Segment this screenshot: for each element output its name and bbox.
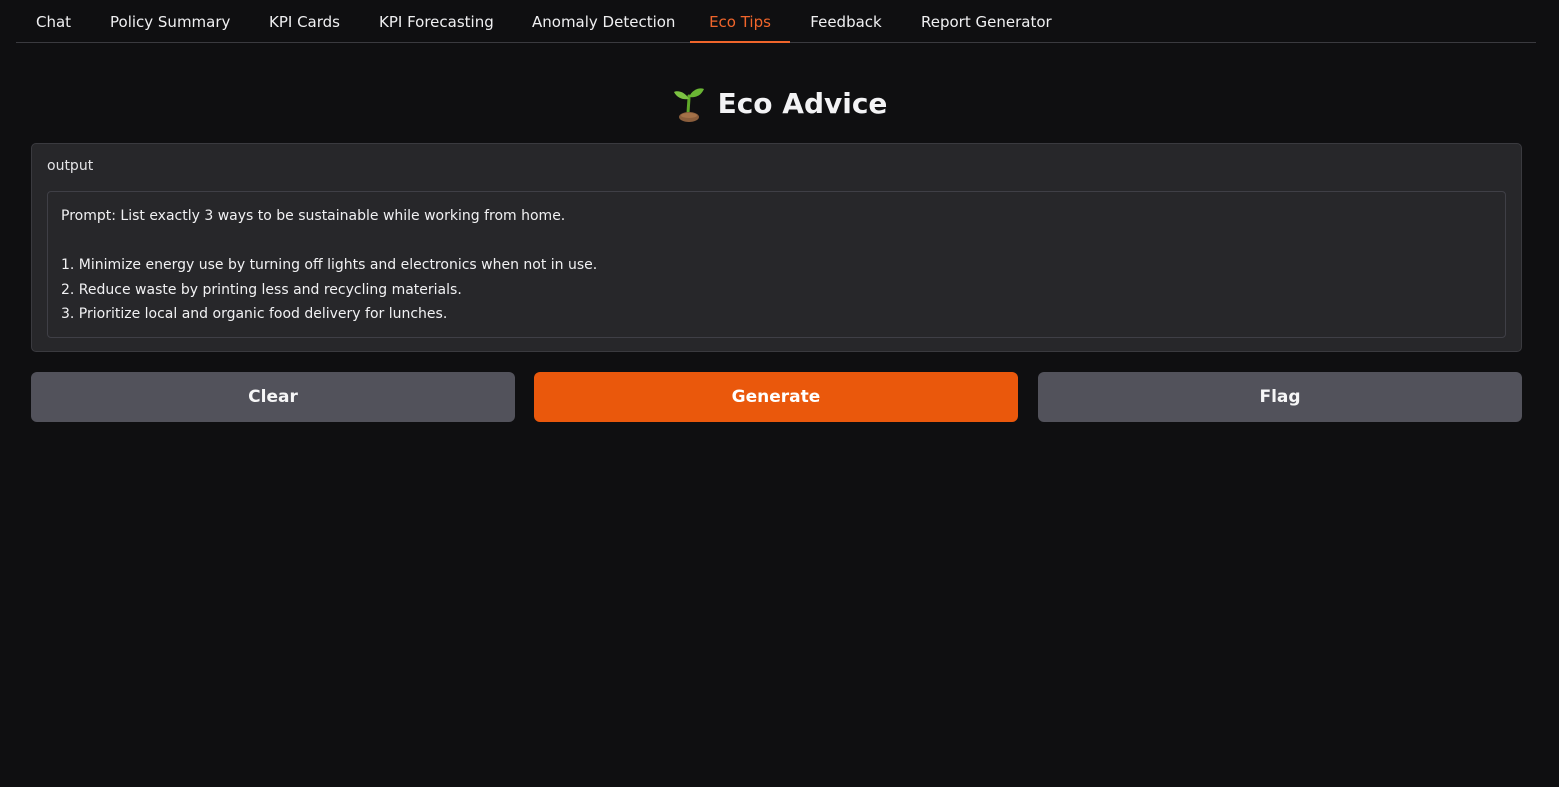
output-label: output: [47, 158, 94, 174]
tab-policy-summary[interactable]: Policy Summary: [110, 0, 230, 43]
tab-report-generator[interactable]: Report Generator: [921, 0, 1052, 43]
sprout-icon: [672, 84, 706, 122]
generate-button[interactable]: Generate: [534, 372, 1018, 422]
clear-button[interactable]: Clear: [31, 372, 515, 422]
output-panel: output Prompt: List exactly 3 ways to be…: [31, 143, 1522, 352]
tab-eco-tips[interactable]: Eco Tips: [690, 0, 790, 43]
tab-kpi-cards[interactable]: KPI Cards: [269, 0, 340, 43]
tab-kpi-forecasting[interactable]: KPI Forecasting: [379, 0, 494, 43]
flag-button[interactable]: Flag: [1038, 372, 1522, 422]
tab-chat[interactable]: Chat: [36, 0, 71, 43]
tab-feedback[interactable]: Feedback: [810, 0, 882, 43]
tab-anomaly-detection[interactable]: Anomaly Detection: [532, 0, 675, 43]
page-heading: Eco Advice: [0, 80, 1559, 126]
page-title: Eco Advice: [717, 86, 888, 120]
tab-bar: Chat Policy Summary KPI Cards KPI Foreca…: [16, 0, 1536, 43]
output-textbox[interactable]: Prompt: List exactly 3 ways to be sustai…: [47, 191, 1506, 338]
